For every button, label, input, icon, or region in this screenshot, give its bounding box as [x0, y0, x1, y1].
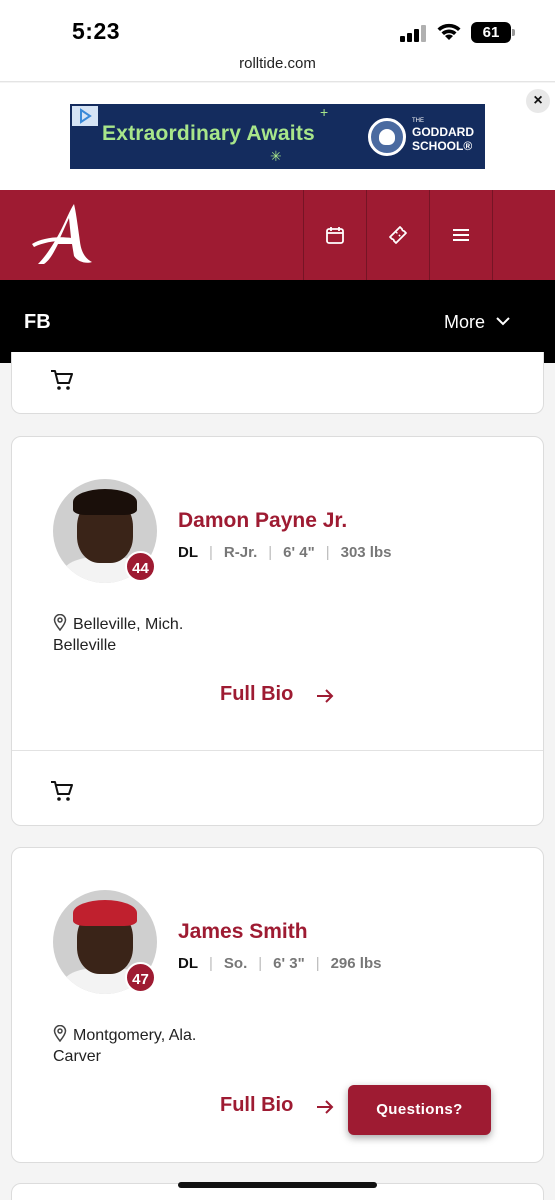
player-name-link[interactable]: Damon Payne Jr. — [178, 509, 347, 533]
player-height: 6' 3" — [273, 955, 305, 972]
arrow-right-icon[interactable] — [315, 1098, 335, 1116]
jersey-number-badge: 44 — [125, 551, 156, 582]
player-position: DL — [178, 955, 198, 972]
status-bar: 5:23 61 — [0, 0, 555, 52]
roster-card-partial — [11, 352, 544, 414]
player-hometown: Belleville, Mich. — [53, 614, 183, 634]
hamburger-menu-icon — [453, 229, 469, 241]
home-indicator[interactable] — [178, 1182, 377, 1188]
cellular-signal-icon — [400, 24, 428, 42]
more-dropdown[interactable]: More — [444, 312, 485, 333]
card-divider — [12, 750, 543, 751]
menu-button[interactable] — [429, 190, 492, 280]
ad-close-button[interactable]: × — [526, 89, 550, 113]
location-pin-icon — [53, 614, 67, 631]
ad-area: + ✳ Extraordinary Awaits THE GODDARD SCH… — [0, 83, 555, 190]
site-header — [0, 190, 555, 280]
player-weight: 296 lbs — [330, 955, 382, 972]
ad-banner[interactable]: + ✳ Extraordinary Awaits THE GODDARD SCH… — [70, 104, 485, 169]
hometown-text: Montgomery, Ala. — [73, 1027, 197, 1044]
calendar-button[interactable] — [303, 190, 366, 280]
location-pin-icon — [53, 1025, 67, 1042]
player-high-school: Belleville — [53, 637, 117, 654]
player-weight: 303 lbs — [340, 544, 392, 561]
player-class: So. — [223, 955, 248, 972]
tickets-button[interactable] — [366, 190, 429, 280]
ad-brand-line1: GODDARD — [412, 125, 474, 139]
player-stats: DL | R-Jr. | 6' 4" | 303 lbs — [178, 544, 392, 561]
battery-icon: 61 — [471, 22, 511, 43]
sparkle-icon: ✳ — [270, 148, 282, 164]
player-name-link[interactable]: James Smith — [178, 920, 308, 944]
ad-brand-small: THE — [412, 118, 424, 124]
player-hometown: Montgomery, Ala. — [53, 1025, 196, 1045]
url-bar[interactable]: rolltide.com — [0, 52, 555, 82]
jersey-number-badge: 47 — [125, 962, 156, 993]
player-position: DL — [178, 544, 198, 561]
calendar-icon — [326, 227, 344, 244]
ad-choices-icon[interactable] — [72, 106, 98, 126]
questions-button[interactable]: Questions? — [348, 1085, 491, 1135]
cart-icon[interactable] — [50, 369, 74, 391]
sport-title[interactable]: FB — [24, 311, 51, 334]
arrow-right-icon[interactable] — [315, 687, 335, 705]
player-height: 6' 4" — [283, 544, 315, 561]
wifi-icon — [437, 23, 461, 40]
url-text[interactable]: rolltide.com — [0, 55, 555, 72]
full-bio-link[interactable]: Full Bio — [220, 1094, 293, 1117]
ad-headline: Extraordinary Awaits — [102, 122, 315, 145]
header-extra-slot — [492, 190, 555, 280]
player-class: R-Jr. — [223, 544, 258, 561]
hometown-text: Belleville, Mich. — [73, 616, 184, 633]
sport-sub-nav: FB More — [0, 280, 555, 363]
player-card: 44 Damon Payne Jr. DL | R-Jr. | 6' 4" | … — [11, 436, 544, 826]
battery-nub — [512, 29, 515, 36]
alabama-script-a-logo[interactable] — [28, 198, 102, 270]
ad-brand-line2: SCHOOL® — [412, 139, 473, 153]
status-time: 5:23 — [72, 18, 121, 44]
player-stats: DL | So. | 6' 3" | 296 lbs — [178, 955, 382, 972]
goddard-logo — [368, 118, 406, 156]
cart-icon[interactable] — [50, 780, 74, 802]
ticket-icon — [389, 226, 407, 244]
sparkle-icon: + — [320, 104, 329, 120]
player-high-school: Carver — [53, 1048, 102, 1065]
full-bio-link[interactable]: Full Bio — [220, 683, 293, 706]
chevron-down-icon[interactable] — [495, 314, 511, 328]
ad-brand: GODDARD SCHOOL® — [412, 125, 474, 153]
